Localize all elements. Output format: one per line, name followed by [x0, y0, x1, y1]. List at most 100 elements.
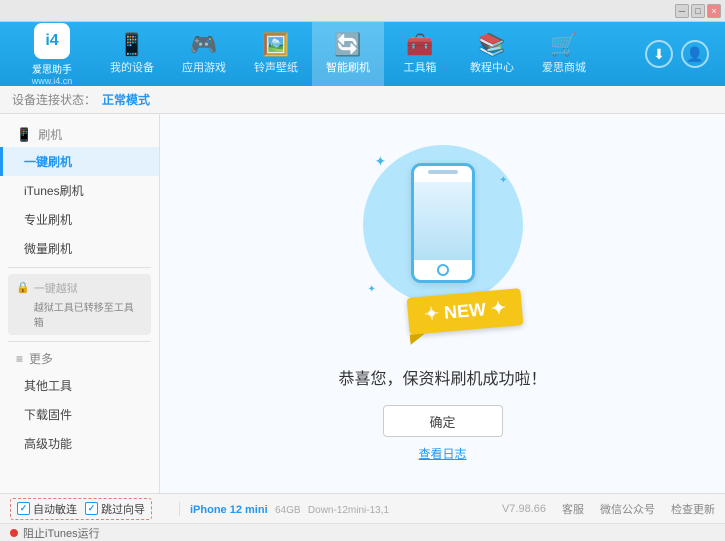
jailbreak-notice: 越狱工具已转移至工具箱: [34, 299, 143, 329]
logo-url: www.i4.cn: [32, 76, 73, 86]
lock-icon: 🔒: [16, 281, 30, 294]
nav-wissi-mall[interactable]: 🛒 爱思商城: [528, 22, 600, 86]
tutorials-icon: 📚: [478, 34, 505, 56]
sidebar-divider-2: [8, 341, 151, 342]
my-device-icon: 📱: [118, 34, 145, 56]
minimize-button[interactable]: ─: [675, 4, 689, 18]
sidebar-item-pro-flash[interactable]: 专业刷机: [0, 205, 159, 234]
nav-my-device-label: 我的设备: [110, 59, 154, 75]
sparkle-3: ✦: [368, 284, 376, 295]
advanced-label: 高级功能: [24, 435, 72, 452]
more-section-icon: ≡: [16, 352, 23, 366]
logo: i4 爱思助手 www.i4.cn: [8, 23, 96, 86]
red-dot-icon: [10, 529, 18, 537]
title-bar: ─ □ ×: [0, 0, 725, 22]
nav-tutorials[interactable]: 📚 教程中心: [456, 22, 528, 86]
device-info: iPhone 12 mini 64GB Down-12mini-13,1: [179, 502, 389, 516]
jailbreak-title: 一键越狱: [34, 280, 143, 296]
logo-name: 爱思助手: [32, 61, 72, 76]
no-data-flash-label: 微量刷机: [24, 240, 72, 257]
success-message: 恭喜您，保资料刷机成功啦！: [338, 365, 546, 389]
device-storage: 64GB: [275, 505, 301, 516]
pro-flash-label: 专业刷机: [24, 211, 72, 228]
jailbreak-notice-box: 🔒 一键越狱 越狱工具已转移至工具箱: [8, 274, 151, 335]
nav-toolbox-label: 工具箱: [404, 59, 437, 75]
download-firmware-label: 下载固件: [24, 406, 72, 423]
skip-wizard-checkbox-box: ✓: [85, 502, 98, 515]
nav-items: 📱 我的设备 🎮 应用游戏 🖼️ 铃声壁纸 🔄 智能刷机 🧰 工具箱 📚 教程中…: [96, 22, 645, 86]
bottom-bar: ✓ 自动敏连 ✓ 跳过向导 iPhone 12 mini 64GB Down-1…: [0, 493, 725, 523]
nav-my-device[interactable]: 📱 我的设备: [96, 22, 168, 86]
bottom-left: ✓ 自动敏连 ✓ 跳过向导: [10, 498, 175, 520]
close-button[interactable]: ×: [707, 4, 721, 18]
checkbox-group: ✓ 自动敏连 ✓ 跳过向导: [10, 498, 152, 520]
other-tools-label: 其他工具: [24, 377, 72, 394]
auto-connect-checkbox[interactable]: ✓ 自动敏连: [17, 501, 77, 517]
wissi-mall-icon: 🛒: [550, 34, 577, 56]
user-button[interactable]: 👤: [681, 40, 709, 68]
one-click-flash-label: 一键刷机: [24, 153, 72, 170]
status-label: 设备连接状态：: [12, 91, 96, 108]
nav-wissi-mall-label: 爱思商城: [542, 59, 586, 75]
apps-games-icon: 🎮: [190, 34, 217, 56]
skip-wizard-checkbox[interactable]: ✓ 跳过向导: [85, 501, 145, 517]
auto-connect-checkbox-box: ✓: [17, 502, 30, 515]
flash-section-icon: 📱: [16, 127, 32, 143]
phone-body: [411, 163, 475, 283]
phone-illustration: ✦ ✦ ✦ ✦ NEW ✦: [353, 145, 533, 345]
nav-ringtones[interactable]: 🖼️ 铃声壁纸: [240, 22, 312, 86]
bottom-right: V7.98.66 客服 微信公众号 检查更新: [502, 501, 715, 517]
header: i4 爱思助手 www.i4.cn 📱 我的设备 🎮 应用游戏 🖼️ 铃声壁纸 …: [0, 22, 725, 86]
ringtones-icon: 🖼️: [262, 34, 289, 56]
sidebar-item-download-firmware[interactable]: 下载固件: [0, 400, 159, 429]
itunes-flash-label: iTunes刷机: [24, 182, 84, 199]
nav-smart-flash[interactable]: 🔄 智能刷机: [312, 22, 384, 86]
sidebar: 📱 刷机 一键刷机 iTunes刷机 专业刷机 微量刷机 🔒 一键越狱 越狱工具…: [0, 114, 160, 493]
flash-section-title: 📱 刷机: [0, 122, 159, 147]
nav-tutorials-label: 教程中心: [470, 59, 514, 75]
sparkle-2: ✦: [499, 175, 507, 186]
nav-apps-games-label: 应用游戏: [182, 59, 226, 75]
version-label: V7.98.66: [502, 503, 546, 515]
content-area: ✦ ✦ ✦ ✦ NEW ✦ 恭喜您，保资料刷机成功啦！ 确定 查看日志: [160, 114, 725, 493]
maximize-button[interactable]: □: [691, 4, 705, 18]
nav-apps-games[interactable]: 🎮 应用游戏: [168, 22, 240, 86]
more-section-title: ≡ 更多: [0, 346, 159, 371]
device-name[interactable]: iPhone 12 mini: [190, 504, 268, 516]
status-value: 正常模式: [102, 91, 150, 108]
logo-icon: i4: [34, 23, 70, 59]
goto-log-link[interactable]: 查看日志: [418, 445, 466, 462]
sidebar-item-no-data-flash[interactable]: 微量刷机: [0, 234, 159, 263]
flash-section-label: 刷机: [38, 126, 62, 143]
new-badge-text: ✦ NEW ✦: [424, 297, 508, 324]
toolbox-icon: 🧰: [406, 34, 433, 56]
sidebar-divider-1: [8, 267, 151, 268]
confirm-button[interactable]: 确定: [383, 405, 503, 437]
nav-toolbox[interactable]: 🧰 工具箱: [384, 22, 456, 86]
sidebar-item-advanced[interactable]: 高级功能: [0, 429, 159, 458]
main-layout: 📱 刷机 一键刷机 iTunes刷机 专业刷机 微量刷机 🔒 一键越狱 越狱工具…: [0, 114, 725, 493]
itunes-status-bar: 阻止iTunes运行: [0, 523, 725, 541]
itunes-status-label: 阻止iTunes运行: [23, 525, 100, 541]
phone-home-btn: [437, 264, 449, 276]
nav-right: ⬇ 👤: [645, 40, 709, 68]
check-update-link[interactable]: 检查更新: [671, 501, 715, 517]
sidebar-item-one-click-flash[interactable]: 一键刷机: [0, 147, 159, 176]
status-bar: 设备连接状态： 正常模式: [0, 86, 725, 114]
auto-connect-label: 自动敏连: [33, 501, 77, 517]
sidebar-item-other-tools[interactable]: 其他工具: [0, 371, 159, 400]
skip-wizard-label: 跳过向导: [101, 501, 145, 517]
nav-smart-flash-label: 智能刷机: [326, 59, 370, 75]
more-section-label: 更多: [29, 350, 53, 367]
customer-service-link[interactable]: 客服: [562, 501, 584, 517]
phone-screen: [414, 182, 472, 260]
download-button[interactable]: ⬇: [645, 40, 673, 68]
sparkle-1: ✦: [375, 153, 387, 170]
window-controls: ─ □ ×: [675, 4, 721, 18]
sidebar-item-itunes-flash[interactable]: iTunes刷机: [0, 176, 159, 205]
device-firmware: Down-12mini-13,1: [308, 505, 389, 516]
wechat-official-link[interactable]: 微信公众号: [600, 501, 655, 517]
logo-text: i4: [45, 32, 58, 50]
smart-flash-icon: 🔄: [334, 34, 361, 56]
nav-ringtones-label: 铃声壁纸: [254, 59, 298, 75]
